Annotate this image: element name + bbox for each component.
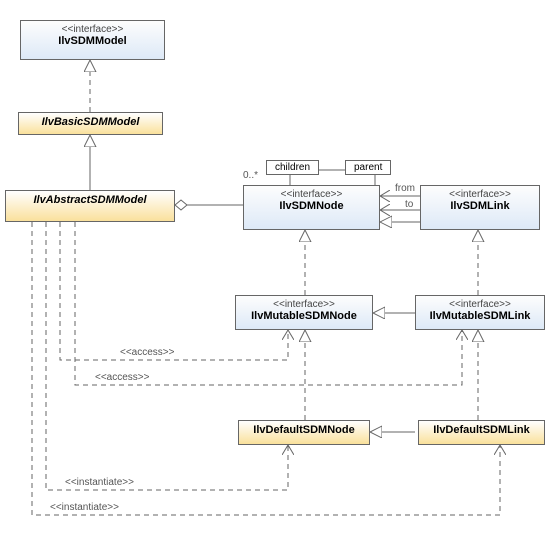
class-ilvmutablesdmnode[interactable]: <<interface>> IlvMutableSDMNode — [235, 295, 373, 330]
role-box-children: children — [266, 160, 319, 175]
class-name: IlvDefaultSDMLink — [425, 424, 538, 436]
class-ilvdefaultsdmlink[interactable]: IlvDefaultSDMLink — [418, 420, 545, 445]
class-ilvsdmmodel[interactable]: <<interface>> IlvSDMModel — [20, 20, 165, 60]
stereotype: <<interface>> — [250, 189, 373, 200]
connectors: IlvSDMNode : from (open arrow toward nod… — [0, 0, 556, 556]
stereotype: <<interface>> — [27, 24, 158, 35]
dep-instantiate-2: <<instantiate>> — [50, 502, 119, 513]
dep-instantiate-1: <<instantiate>> — [65, 477, 134, 488]
stereotype: <<interface>> — [242, 299, 366, 310]
dep-access-1: <<access>> — [120, 347, 174, 358]
uml-class-diagram: IlvSDMNode : from (open arrow toward nod… — [0, 0, 556, 556]
class-name: IlvSDMLink — [427, 200, 533, 212]
class-ilvmutablesdmlink[interactable]: <<interface>> IlvMutableSDMLink — [415, 295, 545, 330]
class-name: IlvMutableSDMNode — [242, 310, 366, 322]
stereotype: <<interface>> — [427, 189, 533, 200]
multiplicity-children: 0..* — [243, 170, 258, 181]
class-ilvabstractsdmmodel[interactable]: IlvAbstractSDMModel — [5, 190, 175, 222]
role-box-parent: parent — [345, 160, 391, 175]
role-from: from — [395, 183, 415, 194]
class-name: IlvSDMNode — [250, 200, 373, 212]
class-name: IlvMutableSDMLink — [422, 310, 538, 322]
class-ilvdefaultsdmnode[interactable]: IlvDefaultSDMNode — [238, 420, 370, 445]
stereotype: <<interface>> — [422, 299, 538, 310]
role-to: to — [405, 199, 413, 210]
class-ilvsdmnode[interactable]: <<interface>> IlvSDMNode — [243, 185, 380, 230]
class-name: IlvSDMModel — [27, 35, 158, 47]
class-name: IlvAbstractSDMModel — [12, 194, 168, 206]
class-ilvsdmlink[interactable]: <<interface>> IlvSDMLink — [420, 185, 540, 230]
class-name: IlvDefaultSDMNode — [245, 424, 363, 436]
dep-access-2: <<access>> — [95, 372, 149, 383]
class-name: IlvBasicSDMModel — [25, 116, 156, 128]
class-ilvbasicsdmmodel[interactable]: IlvBasicSDMModel — [18, 112, 163, 135]
